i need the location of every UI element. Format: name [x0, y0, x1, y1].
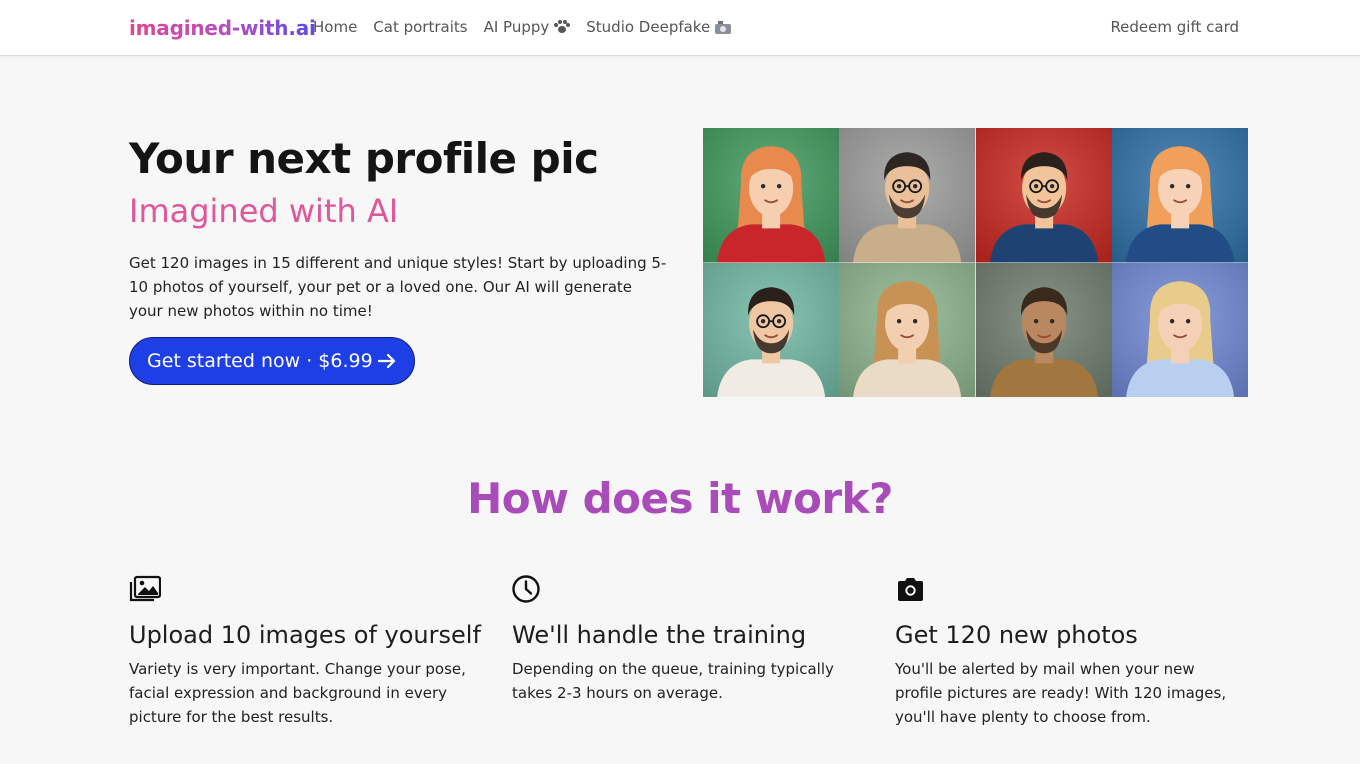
clock-icon — [512, 575, 540, 603]
nav-link-ai-puppy[interactable]: AI Puppy — [484, 18, 571, 36]
redeem-gift-card-link[interactable]: Redeem gift card — [1110, 18, 1239, 36]
paw-icon — [554, 20, 571, 34]
feature-upload: Upload 10 images of yourself Variety is … — [129, 574, 481, 729]
portrait-image — [839, 262, 976, 397]
nav-link-home[interactable]: Home — [313, 18, 357, 36]
camera-icon — [898, 578, 923, 601]
portrait-image — [975, 262, 1112, 397]
nav-links: Home Cat portraits AI Puppy Studio Deepf… — [313, 18, 732, 36]
feature-description: You'll be alerted by mail when your new … — [895, 660, 1227, 726]
get-started-button[interactable]: Get started now · $6.99 — [129, 337, 415, 385]
feature-training: We'll handle the training Depending on t… — [512, 574, 852, 705]
nav-link-label: AI Puppy — [483, 18, 550, 36]
nav-link-label: Home — [313, 18, 358, 36]
nav-link-studio-deepfake[interactable]: Studio Deepfake — [586, 18, 732, 36]
feature-description: Variety is very important. Change your p… — [129, 660, 466, 726]
feature-title: Get 120 new photos — [895, 621, 1138, 649]
feature-title: Upload 10 images of yourself — [129, 621, 481, 649]
nav-link-cat-portraits[interactable]: Cat portraits — [373, 18, 467, 36]
portrait-image — [703, 128, 840, 263]
brand-logo[interactable]: imagined-with.ai — [129, 16, 316, 40]
hero-title: Your next profile pic — [129, 134, 599, 183]
top-nav: imagined-with.ai Home Cat portraits AI P… — [0, 0, 1360, 56]
nav-link-label: Studio Deepfake — [586, 18, 711, 36]
how-it-works-title: How does it work? — [467, 474, 893, 523]
feature-photos: Get 120 new photos You'll be alerted by … — [895, 574, 1235, 729]
portrait-image — [1111, 128, 1248, 263]
portrait-image — [1111, 262, 1248, 397]
get-started-label: Get started now · $6.99 — [147, 350, 373, 372]
feature-description: Depending on the queue, training typical… — [512, 660, 834, 702]
portrait-image — [975, 128, 1112, 263]
hero-subtitle: Imagined with AI — [129, 192, 399, 230]
nav-link-label: Cat portraits — [373, 18, 468, 36]
feature-title: We'll handle the training — [512, 621, 807, 649]
portrait-image — [839, 128, 976, 263]
video-camera-icon — [715, 20, 732, 34]
hero-description: Get 120 images in 15 different and uniqu… — [129, 254, 667, 320]
portrait-gallery — [703, 128, 1248, 397]
images-icon — [129, 575, 161, 602]
arrow-right-icon — [377, 353, 396, 369]
portrait-image — [703, 262, 840, 397]
